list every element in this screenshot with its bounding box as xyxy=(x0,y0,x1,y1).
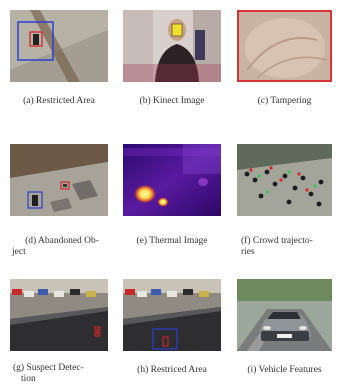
caption-g-line2: tion xyxy=(21,374,36,384)
caption-e: (e) Thermal Image xyxy=(136,236,208,246)
caption-f-line1: (f) Crowd trajecto- xyxy=(241,236,313,246)
caption-i: (i) Vehicle Features xyxy=(247,365,322,375)
caption-d-line2: ject xyxy=(12,247,26,257)
image-thermal xyxy=(123,144,221,216)
caption-g-line1: (g) Suspect Detec- xyxy=(13,363,84,373)
image-restricted-area-parking xyxy=(123,279,221,351)
image-abandoned-object xyxy=(10,144,108,216)
image-kinect xyxy=(123,10,221,82)
image-tampering xyxy=(237,10,332,82)
caption-b: (b) Kinect Image xyxy=(139,96,205,106)
caption-d: (d) Abandoned Ob- ject xyxy=(12,236,112,258)
caption-g: (g) Suspect Detec- tion xyxy=(13,363,113,385)
caption-f-line2: ries xyxy=(241,247,255,257)
caption-c: (c) Tampering xyxy=(257,96,312,106)
caption-h: (h) Restriced Area xyxy=(137,365,207,375)
image-crowd-trajectories xyxy=(237,144,332,216)
caption-a: (a) Restricted Area xyxy=(23,96,95,106)
image-suspect-detection xyxy=(10,279,108,351)
caption-d-line1: (d) Abandoned Ob- xyxy=(25,236,99,246)
image-vehicle-features xyxy=(237,279,332,351)
caption-f: (f) Crowd trajecto- ries xyxy=(241,236,335,258)
image-restricted-area xyxy=(10,10,108,82)
